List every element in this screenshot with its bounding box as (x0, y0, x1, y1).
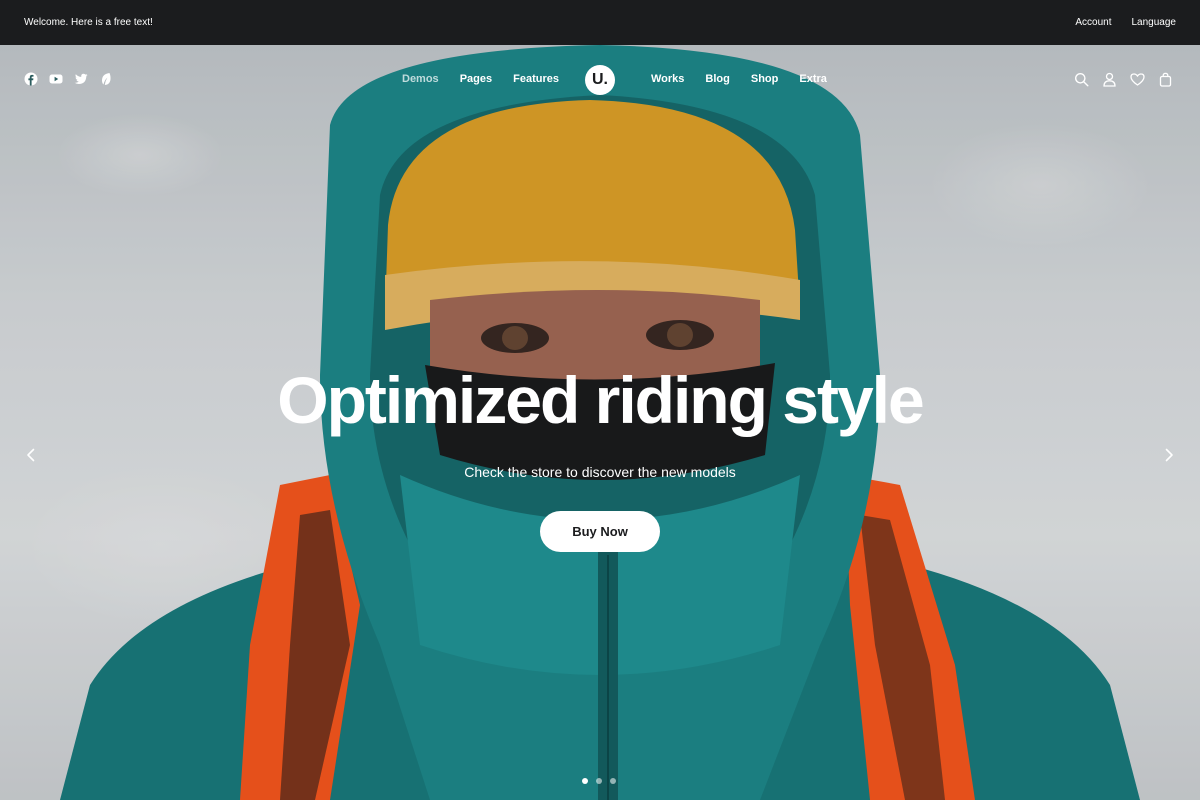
menu-left: Demos Pages Features (402, 73, 559, 85)
bag-icon[interactable] (1158, 72, 1173, 87)
menu-right: Works Blog Shop Extra (651, 73, 827, 85)
slider-dot[interactable] (610, 778, 616, 784)
site-logo[interactable]: U. (585, 65, 615, 95)
top-bar-links: Account Language (1075, 17, 1176, 28)
header-tools (1074, 72, 1173, 87)
social-links (24, 72, 113, 86)
hero-subtitle: Check the store to discover the new mode… (464, 464, 736, 480)
menu-item-pages[interactable]: Pages (460, 73, 492, 85)
buy-now-button[interactable]: Buy Now (540, 511, 660, 552)
youtube-icon[interactable] (49, 72, 63, 86)
menu-item-works[interactable]: Works (651, 73, 684, 85)
twitter-icon[interactable] (74, 72, 88, 86)
slider-dot[interactable] (582, 778, 588, 784)
menu-item-blog[interactable]: Blog (705, 73, 729, 85)
menu-item-demos[interactable]: Demos (402, 73, 439, 85)
top-bar: Welcome. Here is a free text! Account La… (0, 0, 1200, 45)
account-link[interactable]: Account (1075, 17, 1111, 28)
user-icon[interactable] (1102, 72, 1117, 87)
language-link[interactable]: Language (1132, 17, 1177, 28)
chevron-right-icon[interactable] (1161, 447, 1177, 463)
menu-item-shop[interactable]: Shop (751, 73, 779, 85)
search-icon[interactable] (1074, 72, 1089, 87)
chevron-left-icon[interactable] (23, 447, 39, 463)
facebook-icon[interactable] (24, 72, 38, 86)
welcome-text: Welcome. Here is a free text! (24, 17, 153, 28)
hero-title: Optimized riding style (277, 363, 924, 437)
main-navigation: Demos Pages Features U. Works Blog Shop … (0, 45, 1200, 115)
menu-item-features[interactable]: Features (513, 73, 559, 85)
slider-dot[interactable] (596, 778, 602, 784)
menu-item-extra[interactable]: Extra (799, 73, 827, 85)
slider-pagination (582, 778, 616, 784)
leaf-icon[interactable] (99, 72, 113, 86)
heart-icon[interactable] (1130, 72, 1145, 87)
